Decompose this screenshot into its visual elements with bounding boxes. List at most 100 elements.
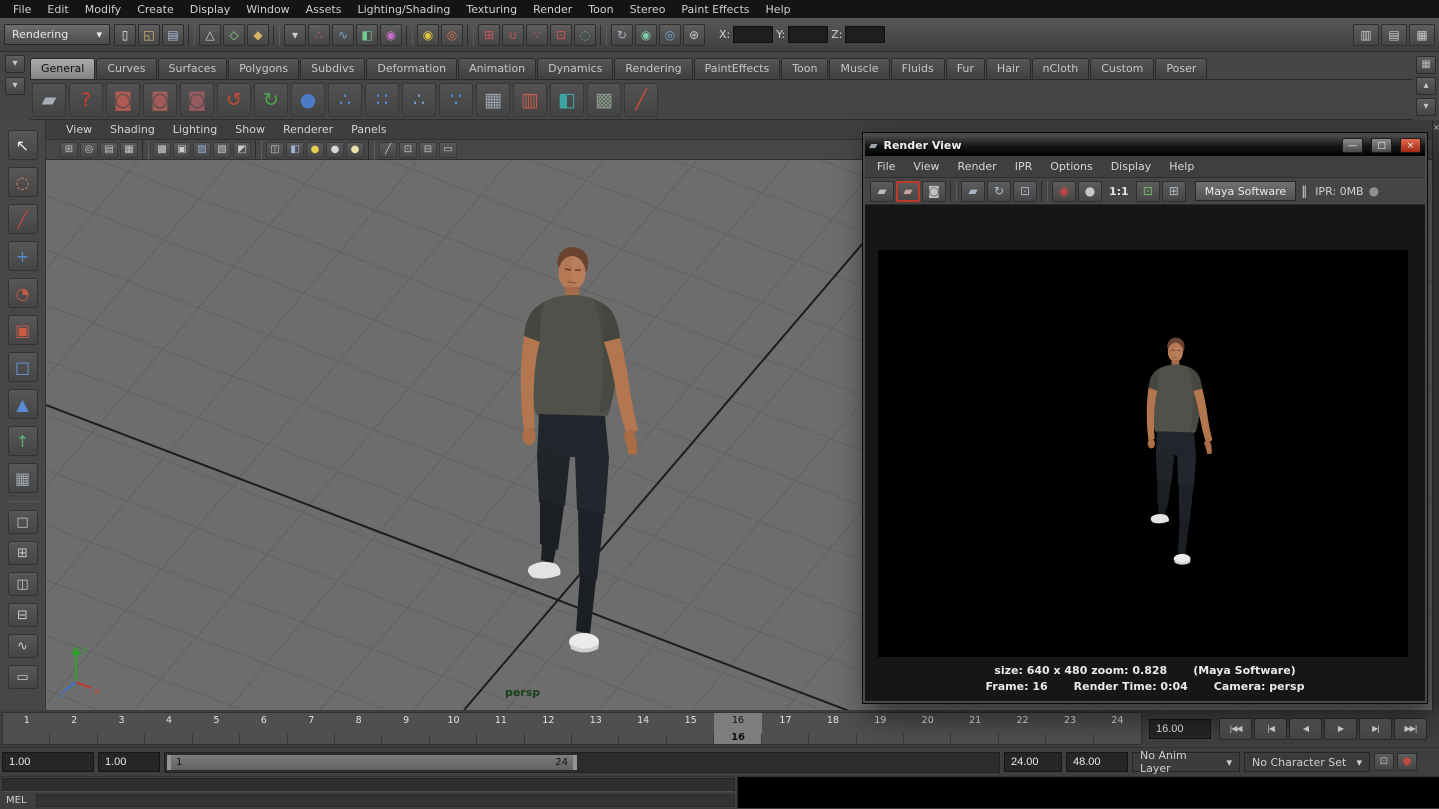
node-editor-icon[interactable]: ▦ (476, 83, 510, 117)
timeline-frame-6[interactable]: 6 (240, 713, 287, 744)
wireframe-display-icon[interactable]: ▩ (153, 142, 171, 158)
mel-toggle[interactable]: MEL (2, 795, 32, 806)
soft-mod-tool-icon[interactable]: ▲ (8, 389, 38, 419)
timeline-frame-9[interactable]: 9 (382, 713, 429, 744)
snap-to-view-plane-icon[interactable]: ⊡ (550, 24, 572, 46)
command-feedback-field[interactable] (2, 778, 735, 792)
xray-display-icon[interactable]: ◧ (286, 142, 304, 158)
shelf-items-menu-icon[interactable]: ▾ (5, 77, 25, 95)
timeline-frame-16[interactable]: 1616 (714, 713, 761, 744)
timeline-frame-19[interactable]: 19 (857, 713, 904, 744)
timeline-frame-5[interactable]: 5 (193, 713, 240, 744)
shelf-tab[interactable]: nCloth (1032, 58, 1090, 79)
timeline-frame-2[interactable]: 2 (50, 713, 97, 744)
shelf-tab[interactable]: General (30, 58, 95, 79)
shelf-tab[interactable]: Polygons (228, 58, 299, 79)
range-slider-track[interactable]: 1 24 (164, 752, 1000, 773)
minimize-button[interactable]: — (1342, 138, 1363, 153)
open-scene-icon[interactable]: ◱ (138, 24, 160, 46)
tool-settings-toggle-icon[interactable]: ▤ (1381, 24, 1407, 46)
create-camera-aim-icon[interactable]: ◙ (143, 83, 177, 117)
shelf-tab[interactable]: Curves (96, 58, 156, 79)
menu-item[interactable]: Stereo (623, 2, 673, 17)
menu-item[interactable]: Assets (299, 2, 349, 17)
shelf-tab[interactable]: Dynamics (537, 58, 613, 79)
timeline-frame-8[interactable]: 8 (335, 713, 382, 744)
render-view-menu-item[interactable]: Help (1161, 160, 1202, 173)
isolate-select-icon[interactable]: ◫ (266, 142, 284, 158)
scale-tool-icon[interactable]: ▣ (8, 315, 38, 345)
ipr-region-button-icon[interactable]: ⊡ (1013, 181, 1037, 202)
camera-attributes-icon[interactable]: ◎ (80, 142, 98, 158)
shaded-sphere-icon[interactable]: ● (291, 83, 325, 117)
create-camera-aim-up-icon[interactable]: ◙ (180, 83, 214, 117)
attribute-editor-toggle-icon[interactable]: ▥ (1353, 24, 1379, 46)
keep-image-button-icon[interactable]: ⊞ (1162, 181, 1186, 202)
layout-single-pane-icon[interactable]: □ (8, 510, 38, 534)
layout-persp-outliner-icon[interactable]: ◫ (8, 572, 38, 596)
timeline-frame-20[interactable]: 20 (904, 713, 951, 744)
menu-item[interactable]: Create (130, 2, 181, 17)
play-forwards-button[interactable]: ▶ (1324, 718, 1357, 740)
menu-item[interactable]: Lighting/Shading (350, 2, 457, 17)
render-help-icon[interactable]: ? (69, 83, 103, 117)
render-view-menu-item[interactable]: View (905, 160, 947, 173)
render-view-menu-item[interactable]: Display (1103, 160, 1160, 173)
timeline-frame-13[interactable]: 13 (572, 713, 619, 744)
shelf-tab[interactable]: Animation (458, 58, 536, 79)
animation-end-field[interactable] (1066, 752, 1128, 772)
ipr-status-icon[interactable]: ● (1367, 181, 1381, 202)
timeline-frame-15[interactable]: 15 (667, 713, 714, 744)
render-region-button-icon[interactable]: ▰ (896, 181, 920, 202)
shelf-tab[interactable]: Custom (1090, 58, 1154, 79)
auto-keyframe-icon[interactable]: ● (1397, 753, 1417, 771)
select-surfaces-mask-icon[interactable]: ◧ (356, 24, 378, 46)
shelf-scroll-down-icon[interactable]: ▾ (1416, 98, 1436, 116)
shelf-tab[interactable]: Deformation (366, 58, 457, 79)
move-tool-icon[interactable]: + (8, 241, 38, 271)
x-input[interactable] (733, 26, 773, 43)
timeline-frame-24[interactable]: 24 (1094, 713, 1141, 744)
channel-box-toggle-icon[interactable]: ▦ (1409, 24, 1435, 46)
film-gate-icon[interactable]: ⊟ (419, 142, 437, 158)
timeline-frame-23[interactable]: 23 (1046, 713, 1093, 744)
selection-mask-dropdown-icon[interactable]: ▾ (284, 24, 306, 46)
current-tool-icon[interactable]: ▦ (8, 463, 38, 493)
shelf-scroll-up-icon[interactable]: ▴ (1416, 77, 1436, 95)
viewport-menu-item[interactable]: Show (227, 123, 273, 136)
alpha-channel-button-icon[interactable]: ● (1078, 181, 1102, 202)
paint-brush-icon[interactable]: ╱ (624, 83, 658, 117)
resolution-gate-icon[interactable]: ⊡ (399, 142, 417, 158)
panel-close-icon[interactable]: × (1433, 123, 1439, 132)
lasso-select-tool-icon[interactable]: ◌ (8, 167, 38, 197)
step-forward-frame-button[interactable]: ▶| (1359, 718, 1392, 740)
timeline-frame-14[interactable]: 14 (619, 713, 666, 744)
trash-icon[interactable]: ▦ (1416, 56, 1436, 74)
shelf-tab[interactable]: Hair (986, 58, 1031, 79)
silhouette-light-icon[interactable]: ● (326, 142, 344, 158)
default-light-icon[interactable]: ● (306, 142, 324, 158)
layout-persp-graph-icon[interactable]: ∿ (8, 634, 38, 658)
render-view-menu-item[interactable]: File (869, 160, 903, 173)
select-by-object-icon[interactable]: ◇ (223, 24, 245, 46)
particle-link-icon[interactable]: ∵ (439, 83, 473, 117)
shelf-tab[interactable]: PaintEffects (694, 58, 781, 79)
menu-item[interactable]: Display (183, 2, 238, 17)
save-scene-icon[interactable]: ▤ (162, 24, 184, 46)
particle-grid-icon[interactable]: ∷ (365, 83, 399, 117)
render-view-titlebar[interactable]: ▰ Render View — □ × (865, 135, 1425, 156)
select-by-component-icon[interactable]: ◆ (247, 24, 269, 46)
timeline-frame-12[interactable]: 12 (525, 713, 572, 744)
layout-four-pane-icon[interactable]: ⊞ (8, 541, 38, 565)
render-view-menu-item[interactable]: Render (950, 160, 1005, 173)
layout-two-pane-icon[interactable]: ⊟ (8, 603, 38, 627)
show-manipulator-icon[interactable]: ↑ (8, 426, 38, 456)
grease-pencil-icon[interactable]: ╱ (379, 142, 397, 158)
particle-tree-icon[interactable]: ∴ (402, 83, 436, 117)
teal-cube-icon[interactable]: ◧ (550, 83, 584, 117)
viewport-menu-item[interactable]: View (58, 123, 100, 136)
timeline-frame-17[interactable]: 17 (762, 713, 809, 744)
select-points-mask-icon[interactable]: ∴ (308, 24, 330, 46)
current-time-field[interactable] (1149, 719, 1211, 739)
timeline-frame-7[interactable]: 7 (288, 713, 335, 744)
